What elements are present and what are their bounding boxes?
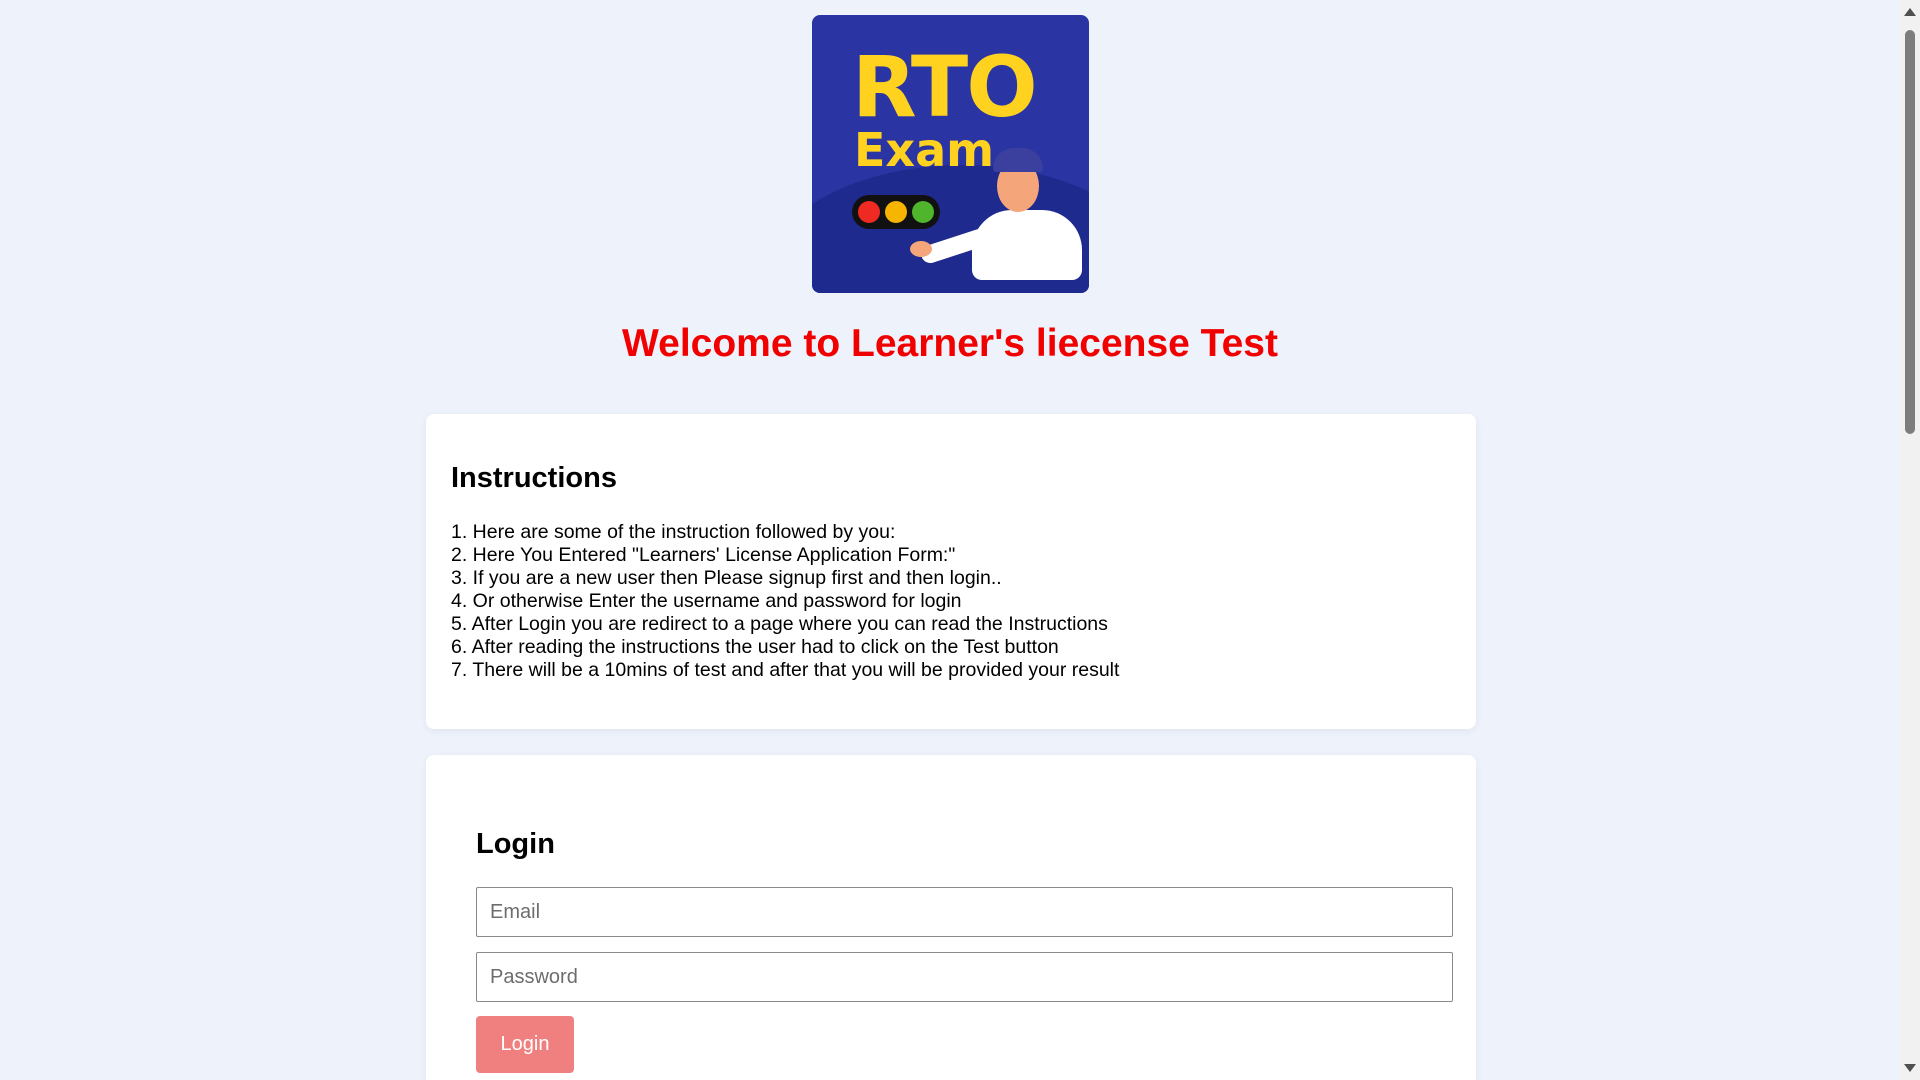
officer-cap [993,148,1043,172]
instruction-item: 3. If you are a new user then Please sig… [451,567,1002,589]
logo-exam-text: Exam [854,123,995,177]
instruction-item: 7. There will be a 10mins of test and af… [451,659,1120,681]
scroll-up-arrow-icon[interactable] [1904,8,1916,16]
page: RTO Exam Welcome to Learner's liecense T… [0,0,1900,1080]
vertical-scrollbar[interactable] [1900,0,1920,1080]
instructions-heading: Instructions [451,462,617,494]
password-input[interactable] [476,952,1453,1002]
scrollbar-thumb[interactable] [1905,30,1915,434]
login-card: Login Login [426,755,1476,1080]
instruction-item: 2. Here You Entered "Learners' License A… [451,544,956,566]
instruction-item: 6. After reading the instructions the us… [451,636,1059,658]
instructions-list: 1. Here are some of the instruction foll… [451,521,1119,682]
email-input[interactable] [476,887,1453,937]
traffic-light-icon [852,195,940,229]
rto-exam-logo-icon: RTO Exam [812,15,1089,293]
instructions-card: Instructions 1. Here are some of the ins… [426,414,1476,729]
yellow-light-icon [885,201,907,223]
instruction-item: 1. Here are some of the instruction foll… [451,521,896,543]
officer-hand [910,241,932,257]
traffic-officer-icon [972,210,1082,280]
green-light-icon [912,201,934,223]
login-button[interactable]: Login [476,1016,574,1073]
instruction-item: 4. Or otherwise Enter the username and p… [451,590,962,612]
red-light-icon [858,201,880,223]
welcome-title: Welcome to Learner's liecense Test [622,322,1278,365]
login-heading: Login [476,828,555,860]
logo-rto-text: RTO [852,38,1038,136]
instruction-item: 5. After Login you are redirect to a pag… [451,613,1108,635]
scroll-down-arrow-icon[interactable] [1904,1064,1916,1072]
